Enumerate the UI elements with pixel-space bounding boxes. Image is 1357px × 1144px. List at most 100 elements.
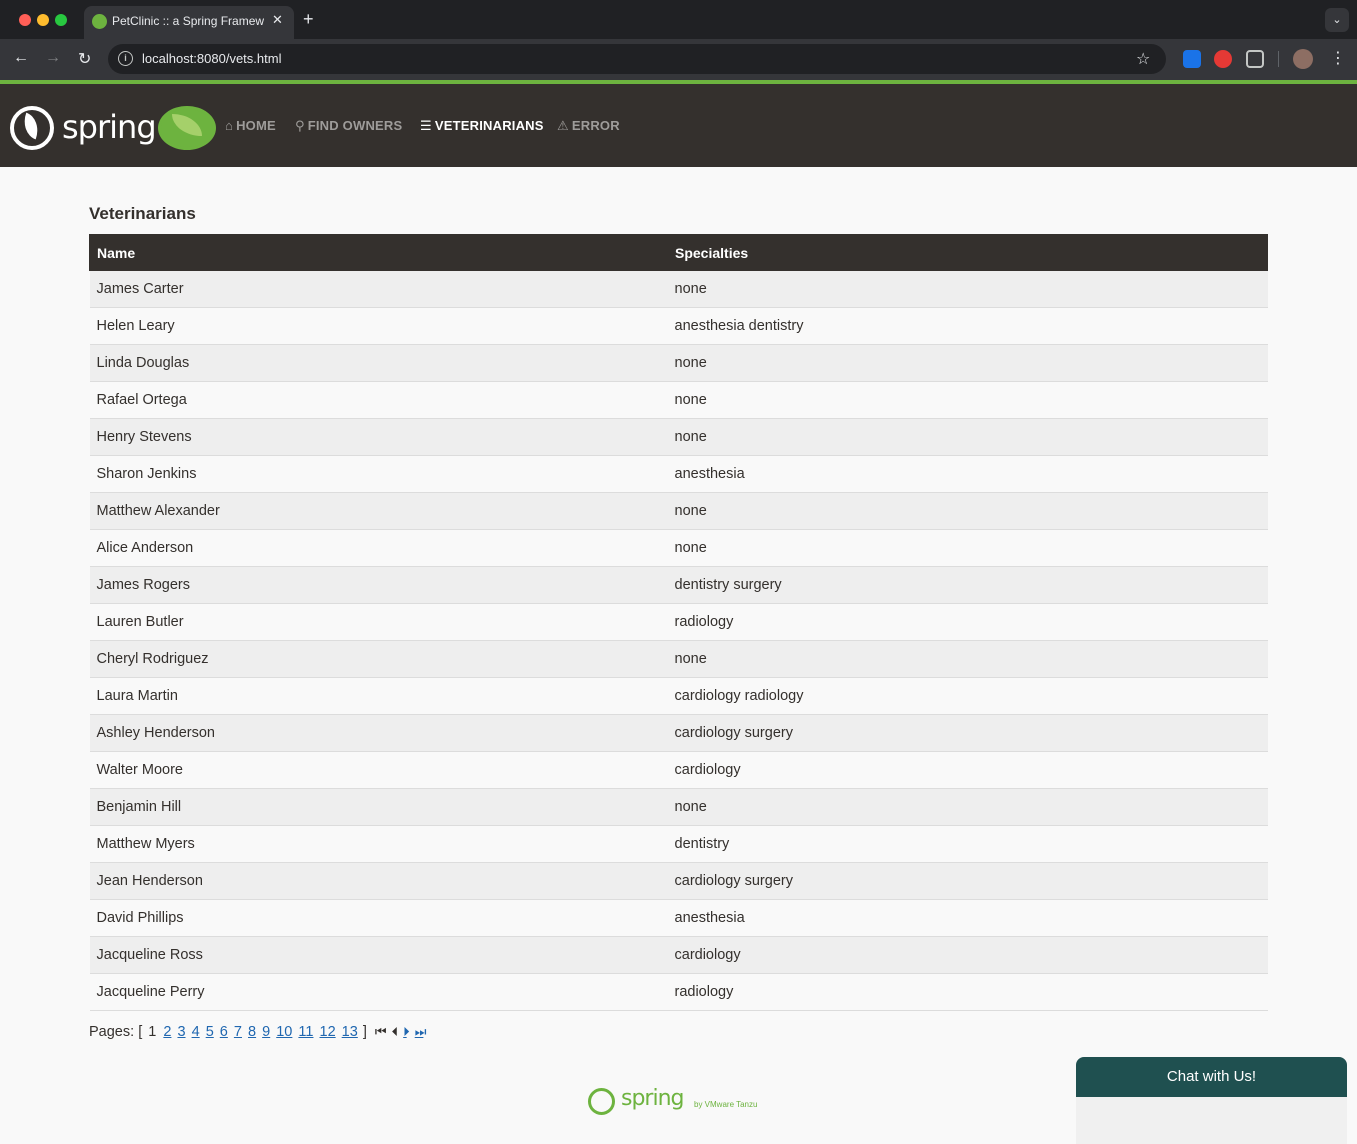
url-text[interactable]: localhost:8080/vets.html — [142, 51, 281, 66]
vet-name-cell: Jean Henderson — [89, 862, 668, 900]
table-row: James Carter none — [89, 270, 1268, 308]
last-page-icon[interactable]: ⏭ — [415, 1024, 427, 1040]
vet-name-cell: Matthew Myers — [89, 825, 668, 863]
page-link[interactable]: 11 — [298, 1024, 313, 1040]
vet-specialties-cell: none — [667, 270, 1268, 308]
next-page-icon[interactable]: ⏵ — [403, 1024, 409, 1040]
table-row: Benjamin Hill none — [89, 788, 1268, 826]
site-info-icon[interactable]: i — [118, 51, 133, 66]
first-page-icon: ⏮ — [374, 1024, 387, 1039]
vet-name-cell: Benjamin Hill — [89, 788, 668, 826]
pages-close-bracket: ] — [362, 1024, 367, 1040]
nav-veterinarians-label: VETERINARIANS — [434, 118, 544, 133]
nav-error[interactable]: ⚠ ERROR — [557, 118, 620, 134]
table-row: Sharon Jenkins anesthesia — [89, 455, 1268, 493]
page-link[interactable]: 4 — [192, 1024, 200, 1040]
vet-specialties-cell: radiology — [667, 973, 1268, 1011]
vet-name-cell: David Phillips — [89, 899, 668, 937]
table-row: Rafael Ortega none — [89, 381, 1268, 419]
browser-tabstrip: PetClinic :: a Spring Framewo ✕ + ⌄ — [0, 0, 1357, 39]
page-link[interactable]: 7 — [234, 1024, 242, 1040]
column-header-name: Name — [89, 234, 668, 271]
maximize-window-button[interactable] — [55, 14, 67, 26]
chat-with-us-button[interactable]: Chat with Us! — [1076, 1057, 1347, 1097]
vet-name-cell: Lauren Butler — [89, 603, 668, 641]
page-link[interactable]: 8 — [248, 1024, 256, 1040]
vet-name-cell: James Rogers — [89, 566, 668, 604]
table-row: Laura Martin cardiology radiology — [89, 677, 1268, 715]
chat-body — [1076, 1097, 1347, 1144]
table-row: Henry Stevens none — [89, 418, 1268, 456]
vet-name-cell: Matthew Alexander — [89, 492, 668, 530]
nav-home-label: HOME — [236, 118, 276, 133]
pagination: Pages: [ 1 2 3 4 5 6 7 8 9 10 11 12 13 ]… — [89, 1024, 427, 1040]
vet-name-cell: Linda Douglas — [89, 344, 668, 382]
vet-specialties-cell: anesthesia dentistry — [667, 307, 1268, 345]
vet-specialties-cell: dentistry — [667, 825, 1268, 863]
close-window-button[interactable] — [19, 14, 31, 26]
forward-icon[interactable]: → — [45, 49, 61, 67]
logo-text: spring — [62, 108, 157, 146]
table-row: Alice Anderson none — [89, 529, 1268, 567]
vet-specialties-cell: none — [667, 344, 1268, 382]
spring-favicon-icon — [92, 14, 107, 29]
nav-find-owners[interactable]: ⚲ FIND OWNERS — [295, 118, 402, 134]
vet-specialties-cell: cardiology surgery — [667, 714, 1268, 752]
pages-open-bracket: [ — [138, 1024, 143, 1040]
current-page: 1 — [148, 1024, 157, 1040]
reload-icon[interactable]: ↻ — [78, 49, 91, 69]
list-icon: ☰ — [420, 118, 432, 133]
vet-specialties-cell: dentistry surgery — [667, 566, 1268, 604]
search-icon: ⚲ — [295, 118, 305, 133]
extension-shield-icon[interactable] — [1214, 50, 1232, 68]
page-link[interactable]: 9 — [262, 1024, 270, 1040]
browser-tab[interactable]: PetClinic :: a Spring Framewo ✕ — [84, 6, 294, 39]
address-bar[interactable]: i localhost:8080/vets.html ☆ — [108, 44, 1166, 74]
close-tab-icon[interactable]: ✕ — [272, 12, 283, 28]
table-row: Ashley Henderson cardiology surgery — [89, 714, 1268, 752]
vet-specialties-cell: anesthesia — [667, 899, 1268, 937]
page-link[interactable]: 5 — [206, 1024, 214, 1040]
vet-specialties-cell: none — [667, 418, 1268, 456]
vet-specialties-cell: none — [667, 788, 1268, 826]
vet-specialties-cell: cardiology — [667, 936, 1268, 974]
vet-specialties-cell: anesthesia — [667, 455, 1268, 493]
minimize-window-button[interactable] — [37, 14, 49, 26]
chat-widget[interactable]: Chat with Us! — [1076, 1057, 1347, 1144]
new-tab-button[interactable]: + — [303, 9, 314, 30]
vet-name-cell: Ashley Henderson — [89, 714, 668, 752]
tab-search-icon[interactable]: ⌄ — [1325, 8, 1349, 32]
table-row: Cheryl Rodriguez none — [89, 640, 1268, 678]
page-link[interactable]: 3 — [177, 1024, 185, 1040]
page-link[interactable]: 10 — [276, 1024, 292, 1040]
page-link[interactable]: 13 — [342, 1024, 358, 1040]
table-row: Jacqueline Ross cardiology — [89, 936, 1268, 974]
previous-page-icon: ⏴ — [391, 1024, 398, 1039]
vet-name-cell: Rafael Ortega — [89, 381, 668, 419]
profile-avatar[interactable] — [1293, 49, 1313, 69]
table-row: James Rogers dentistry surgery — [89, 566, 1268, 604]
vet-name-cell: Cheryl Rodriguez — [89, 640, 668, 678]
bookmark-star-icon[interactable]: ☆ — [1136, 49, 1150, 69]
back-icon[interactable]: ← — [13, 49, 29, 67]
column-header-specialties: Specialties — [667, 234, 1268, 271]
table-header-row: Name Specialties — [89, 234, 1268, 271]
page-link[interactable]: 6 — [220, 1024, 228, 1040]
pages-label: Pages: — [89, 1024, 135, 1040]
vet-name-cell: Laura Martin — [89, 677, 668, 715]
table-row: Walter Moore cardiology — [89, 751, 1268, 789]
toolbar-divider — [1278, 51, 1279, 67]
page-link[interactable]: 2 — [163, 1024, 171, 1040]
vet-specialties-cell: none — [667, 381, 1268, 419]
extensions-puzzle-icon[interactable] — [1246, 50, 1264, 68]
warning-icon: ⚠ — [557, 118, 569, 133]
page-link[interactable]: 12 — [320, 1024, 336, 1040]
extension-badge-icon[interactable] — [1183, 50, 1201, 68]
vet-specialties-cell: none — [667, 529, 1268, 567]
nav-veterinarians[interactable]: ☰ VETERINARIANS — [420, 118, 544, 134]
nav-home[interactable]: ⌂ HOME — [225, 118, 276, 133]
vets-table: Name Specialties James Carter none Helen L… — [89, 234, 1268, 1011]
vet-specialties-cell: none — [667, 640, 1268, 678]
browser-menu-icon[interactable]: ⋮ — [1330, 48, 1346, 68]
tab-title: PetClinic :: a Spring Framewo — [112, 14, 264, 28]
